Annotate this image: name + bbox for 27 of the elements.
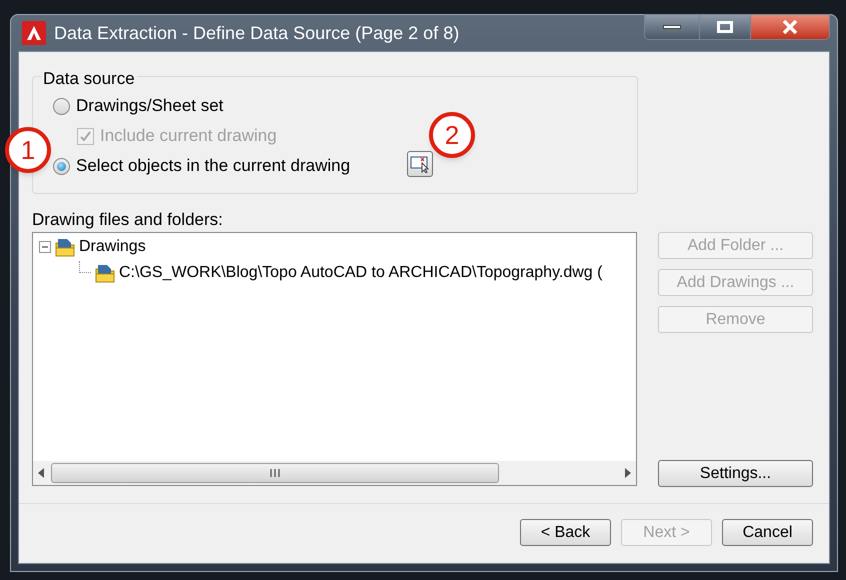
close-icon[interactable] — [782, 20, 798, 34]
dialog-button[interactable]: < Back — [520, 519, 611, 546]
app-logo-icon — [22, 21, 46, 45]
scrollbar-thumb[interactable] — [51, 463, 499, 483]
drawing-folder-icon — [55, 237, 75, 257]
grip-icon — [269, 468, 281, 478]
horizontal-scrollbar[interactable] — [33, 461, 636, 485]
tree-item[interactable]: C:\GS_WORK\Blog\Topo AutoCAD to ARCHICAD\Topography.dwg ( — [119, 261, 602, 285]
dialog-button[interactable]: Settings... — [658, 460, 813, 487]
scroll-right-icon[interactable] — [624, 468, 632, 478]
checkbox-label: Include current drawing — [100, 125, 277, 148]
section-label: Drawing files and folders: — [32, 210, 224, 230]
minimize-button[interactable] — [645, 15, 699, 39]
dialog-button[interactable]: Cancel — [722, 519, 813, 546]
select-window-icon[interactable] — [410, 155, 430, 173]
radio-button[interactable] — [53, 158, 70, 174]
radio-label: Drawings/Sheet set — [76, 95, 224, 118]
select-objects-button[interactable] — [407, 151, 433, 177]
tree-toggle-icon[interactable] — [39, 241, 51, 253]
drawing-folder-icon — [95, 263, 115, 283]
tree-item[interactable]: Drawings — [79, 235, 146, 259]
scroll-left-icon[interactable] — [37, 468, 45, 478]
close-button[interactable] — [751, 15, 829, 39]
radio-button[interactable] — [53, 98, 70, 114]
radio-label: Select objects in the current drawing — [76, 155, 350, 178]
window-title: Data Extraction - Define Data Source (Page 2 of 8) — [54, 22, 460, 45]
maximize-button[interactable] — [699, 15, 751, 39]
